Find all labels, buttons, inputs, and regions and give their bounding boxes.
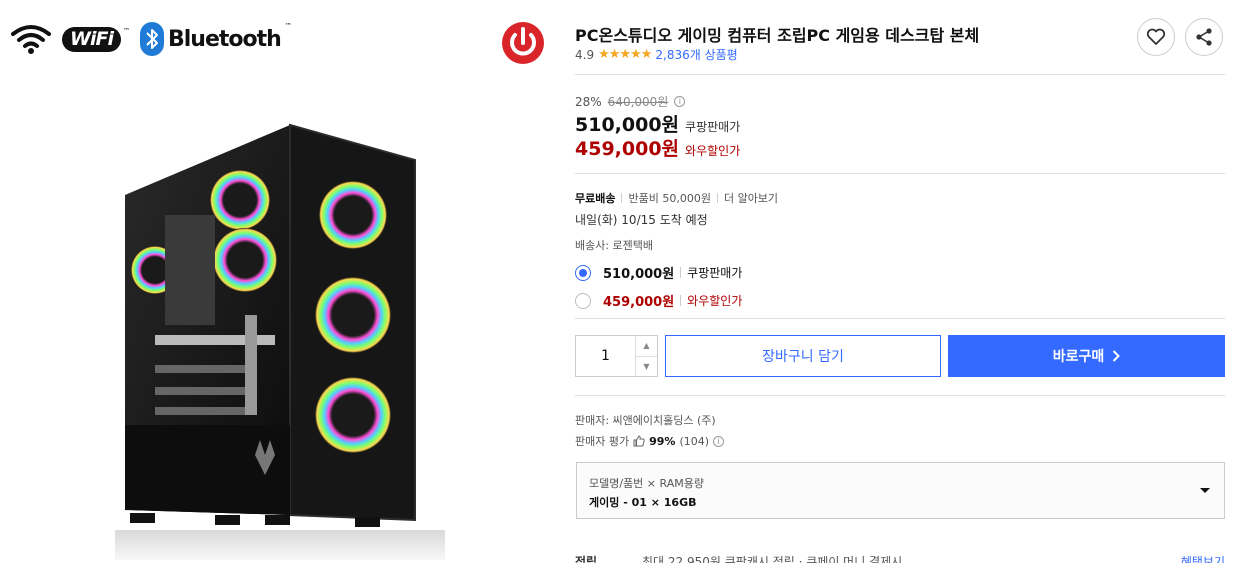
bluetooth-icon	[139, 22, 164, 56]
quantity-stepper[interactable]: 1 ▲ ▼	[575, 335, 658, 377]
shipping-info: 무료배송 반품비 50,000원 더 알아보기	[575, 190, 778, 206]
sale-price-label: 쿠팡판매가	[685, 120, 741, 134]
divider	[575, 395, 1225, 396]
free-shipping-label: 무료배송	[575, 192, 616, 205]
thumbs-up-icon	[633, 435, 645, 447]
buy-now-label: 바로구매	[1052, 349, 1105, 365]
heart-icon	[1146, 28, 1166, 45]
chevron-down-icon	[1200, 488, 1210, 493]
return-fee: 반품비 50,000원	[628, 192, 711, 205]
star-rating-icon: ★★★★★	[598, 47, 652, 62]
sale-price: 510,000원	[575, 114, 680, 136]
decrease-quantity-button[interactable]: ▼	[636, 355, 657, 377]
original-price: 640,000원	[607, 95, 669, 109]
wow-price-label: 와우할인가	[685, 144, 741, 158]
option-price: 459,000원	[603, 295, 675, 310]
wifi-icon	[11, 25, 51, 54]
points-text: 최대 22,950원 쿠팡캐시 적립 · 쿠페이 머니 결제시	[642, 555, 903, 563]
option-label: 와우할인가	[687, 294, 743, 308]
buy-now-button[interactable]: 바로구매	[948, 335, 1225, 377]
wifi-label: WiFi	[62, 26, 121, 52]
rating-value: 4.9	[575, 47, 595, 62]
seller-rating: 판매자 평가 99% (104) i	[575, 433, 725, 449]
seller-rating-count: (104)	[679, 434, 710, 448]
info-icon[interactable]: i	[674, 96, 686, 107]
divider	[575, 74, 1225, 75]
wow-price: 459,000원	[575, 138, 680, 160]
share-button[interactable]	[1185, 18, 1223, 56]
radio-selected[interactable]	[575, 264, 591, 281]
pc-case-image	[115, 115, 455, 560]
option-price: 510,000원	[603, 267, 675, 282]
discount-info: 28% 640,000원 i	[575, 93, 686, 110]
points-label: 적립	[575, 555, 598, 563]
info-icon[interactable]: i	[713, 435, 725, 447]
wishlist-button[interactable]	[1137, 18, 1175, 56]
power-logo-icon	[502, 22, 544, 64]
wow-price-row: 459,000원 와우할인가	[575, 134, 740, 161]
seller-name[interactable]: 판매자: 씨앤에이치홀딩스 (주)	[575, 412, 716, 428]
option-select[interactable]: 모델명/품번 × RAM용량 게이밍 - 01 × 16GB	[576, 462, 1225, 519]
bluetooth-label: Bluetooth	[167, 26, 282, 52]
increase-quantity-button[interactable]: ▲	[636, 336, 657, 356]
seller-rating-pct: 99%	[649, 434, 676, 448]
rating-summary[interactable]: 4.9 ★★★★★ 2,836개 상품평	[575, 46, 738, 63]
seller-rating-label: 판매자 평가	[575, 435, 630, 448]
divider	[575, 318, 1225, 319]
divider	[575, 173, 1225, 174]
price-option-coupang[interactable]: 510,000원 쿠팡판매가	[575, 263, 742, 282]
wifi-logo: WiFi ™	[62, 26, 130, 52]
discount-rate: 28%	[575, 94, 602, 109]
review-count-link[interactable]: 2,836개 상품평	[655, 46, 737, 63]
add-to-cart-button[interactable]: 장바구니 담기	[665, 335, 941, 377]
arrival-date: 내일(화) 10/15 도착 예정	[575, 213, 708, 227]
more-info-link[interactable]: 더 알아보기	[724, 190, 778, 206]
option-label: 쿠팡판매가	[687, 266, 743, 280]
product-image-area: WiFi ™ Bluetooth ™	[0, 0, 560, 563]
benefits-link[interactable]: 혜택보기	[1181, 553, 1225, 563]
feature-badges: WiFi ™ Bluetooth ™	[10, 22, 292, 56]
quantity-value[interactable]: 1	[576, 336, 635, 376]
option-select-value: 게이밍 - 01 × 16GB	[589, 496, 697, 509]
brand-logo[interactable]	[500, 20, 546, 70]
option-select-header: 모델명/품번 × RAM용량	[589, 477, 704, 490]
radio-unselected[interactable]	[575, 292, 591, 309]
product-title: PC온스튜디오 게이밍 컴퓨터 조립PC 게임용 데스크탑 본체	[575, 26, 980, 45]
bluetooth-logo: Bluetooth ™	[139, 22, 292, 56]
carrier-name: 배송사: 로젠택배	[575, 239, 654, 252]
sale-price-row: 510,000원 쿠팡판매가	[575, 110, 740, 137]
share-icon	[1196, 28, 1212, 46]
price-option-wow[interactable]: 459,000원 와우할인가	[575, 291, 742, 310]
chevron-right-icon	[1113, 350, 1121, 362]
